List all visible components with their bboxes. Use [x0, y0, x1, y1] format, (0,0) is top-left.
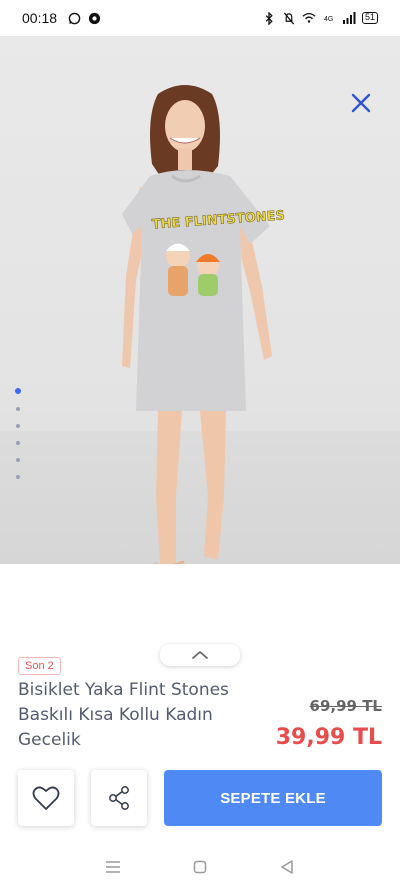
close-icon — [351, 93, 371, 113]
expand-details-button[interactable] — [160, 644, 240, 666]
gallery-dot[interactable] — [15, 388, 21, 394]
nav-menu-button[interactable] — [102, 856, 124, 878]
battery-indicator: 51 — [361, 12, 378, 24]
mute-icon — [282, 11, 296, 25]
gallery-dot[interactable] — [16, 475, 20, 479]
share-icon — [109, 786, 129, 810]
product-title: Bisiklet Yaka Flint Stones Baskılı Kısa … — [18, 680, 229, 750]
svg-text:4G: 4G — [324, 16, 333, 23]
product-image: THE FLINTSTONES — [122, 85, 286, 564]
heart-icon — [32, 786, 60, 810]
gallery-dot[interactable] — [16, 441, 20, 445]
favorite-button[interactable] — [18, 770, 74, 826]
chrome-icon — [87, 11, 101, 25]
signal-icon — [342, 11, 356, 25]
old-price: 69,99 TL — [309, 697, 382, 715]
close-button[interactable] — [350, 92, 372, 114]
stock-badge: Son 2 — [18, 657, 61, 675]
square-icon — [193, 860, 207, 874]
system-nav-bar — [0, 846, 400, 888]
menu-icon — [106, 861, 121, 873]
gallery-pagination[interactable] — [15, 388, 21, 479]
whatsapp-icon — [67, 11, 81, 25]
status-bar: 00:18 4G 51 — [0, 0, 400, 36]
nav-home-button[interactable] — [189, 856, 211, 878]
nav-back-button[interactable] — [276, 856, 298, 878]
status-time: 00:18 — [22, 10, 58, 26]
gallery-dot[interactable] — [16, 407, 20, 411]
add-to-cart-button[interactable]: SEPETE EKLE — [164, 770, 382, 826]
share-button[interactable] — [91, 770, 147, 826]
wifi-icon — [302, 11, 316, 25]
volte-icon: 4G — [322, 11, 336, 25]
back-triangle-icon — [280, 860, 293, 874]
product-image-gallery[interactable]: THE FLINTSTONES — [0, 36, 400, 564]
bluetooth-icon — [262, 11, 276, 25]
chevron-up-icon — [192, 651, 208, 659]
gallery-dot[interactable] — [16, 424, 20, 428]
gallery-dot[interactable] — [16, 458, 20, 462]
current-price: 39,99 TL — [275, 725, 382, 750]
